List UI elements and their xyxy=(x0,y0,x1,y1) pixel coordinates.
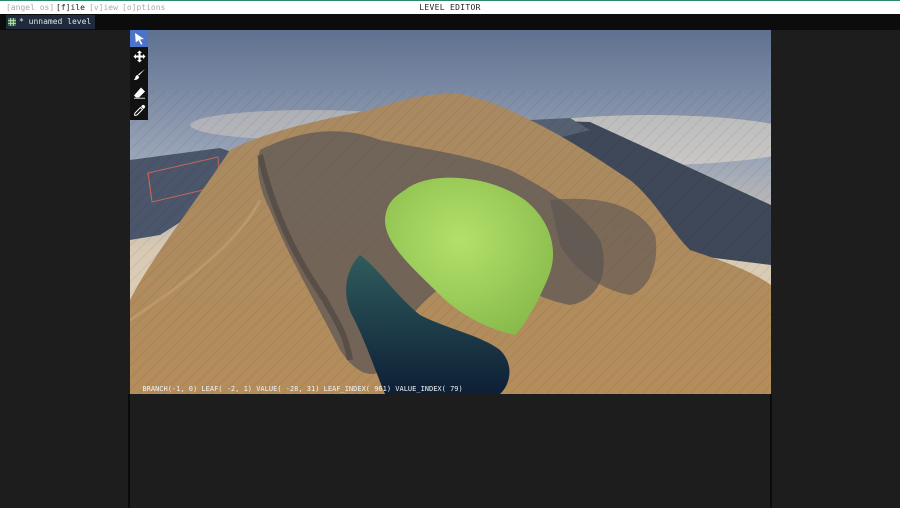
3d-viewport[interactable]: BRANCH(-1, 0) LEAF( -2, 1) VALUE( -28, 3… xyxy=(130,30,771,394)
eyedropper-icon xyxy=(133,104,145,117)
tool-palette xyxy=(130,30,148,120)
select-tool[interactable] xyxy=(130,30,148,47)
tab-label: * unnamed level xyxy=(19,17,92,26)
brush-icon xyxy=(133,69,145,80)
picker-tool[interactable] xyxy=(130,102,148,119)
grid-icon xyxy=(8,18,16,26)
right-panel xyxy=(771,30,900,508)
divider xyxy=(770,394,772,508)
erase-tool[interactable] xyxy=(130,84,148,101)
paint-tool[interactable] xyxy=(130,66,148,83)
tab-strip: * unnamed level xyxy=(0,14,900,30)
window-title: LEVEL EDITOR xyxy=(419,3,481,12)
divider xyxy=(128,394,130,508)
viewport-status-readout: BRANCH(-1, 0) LEAF( -2, 1) VALUE( -28, 3… xyxy=(134,385,463,393)
menu-bar: [angel os] [f]ile [v]iew [o]ptions LEVEL… xyxy=(0,0,900,14)
eraser-icon xyxy=(133,87,145,99)
left-panel xyxy=(0,30,129,508)
terrain-render xyxy=(130,30,771,394)
tab-unnamed-level[interactable]: * unnamed level xyxy=(6,15,96,29)
bottom-panel xyxy=(130,394,770,508)
cursor-arrow-icon xyxy=(134,33,144,45)
move-tool[interactable] xyxy=(130,48,148,65)
move-arrows-icon xyxy=(133,50,145,63)
